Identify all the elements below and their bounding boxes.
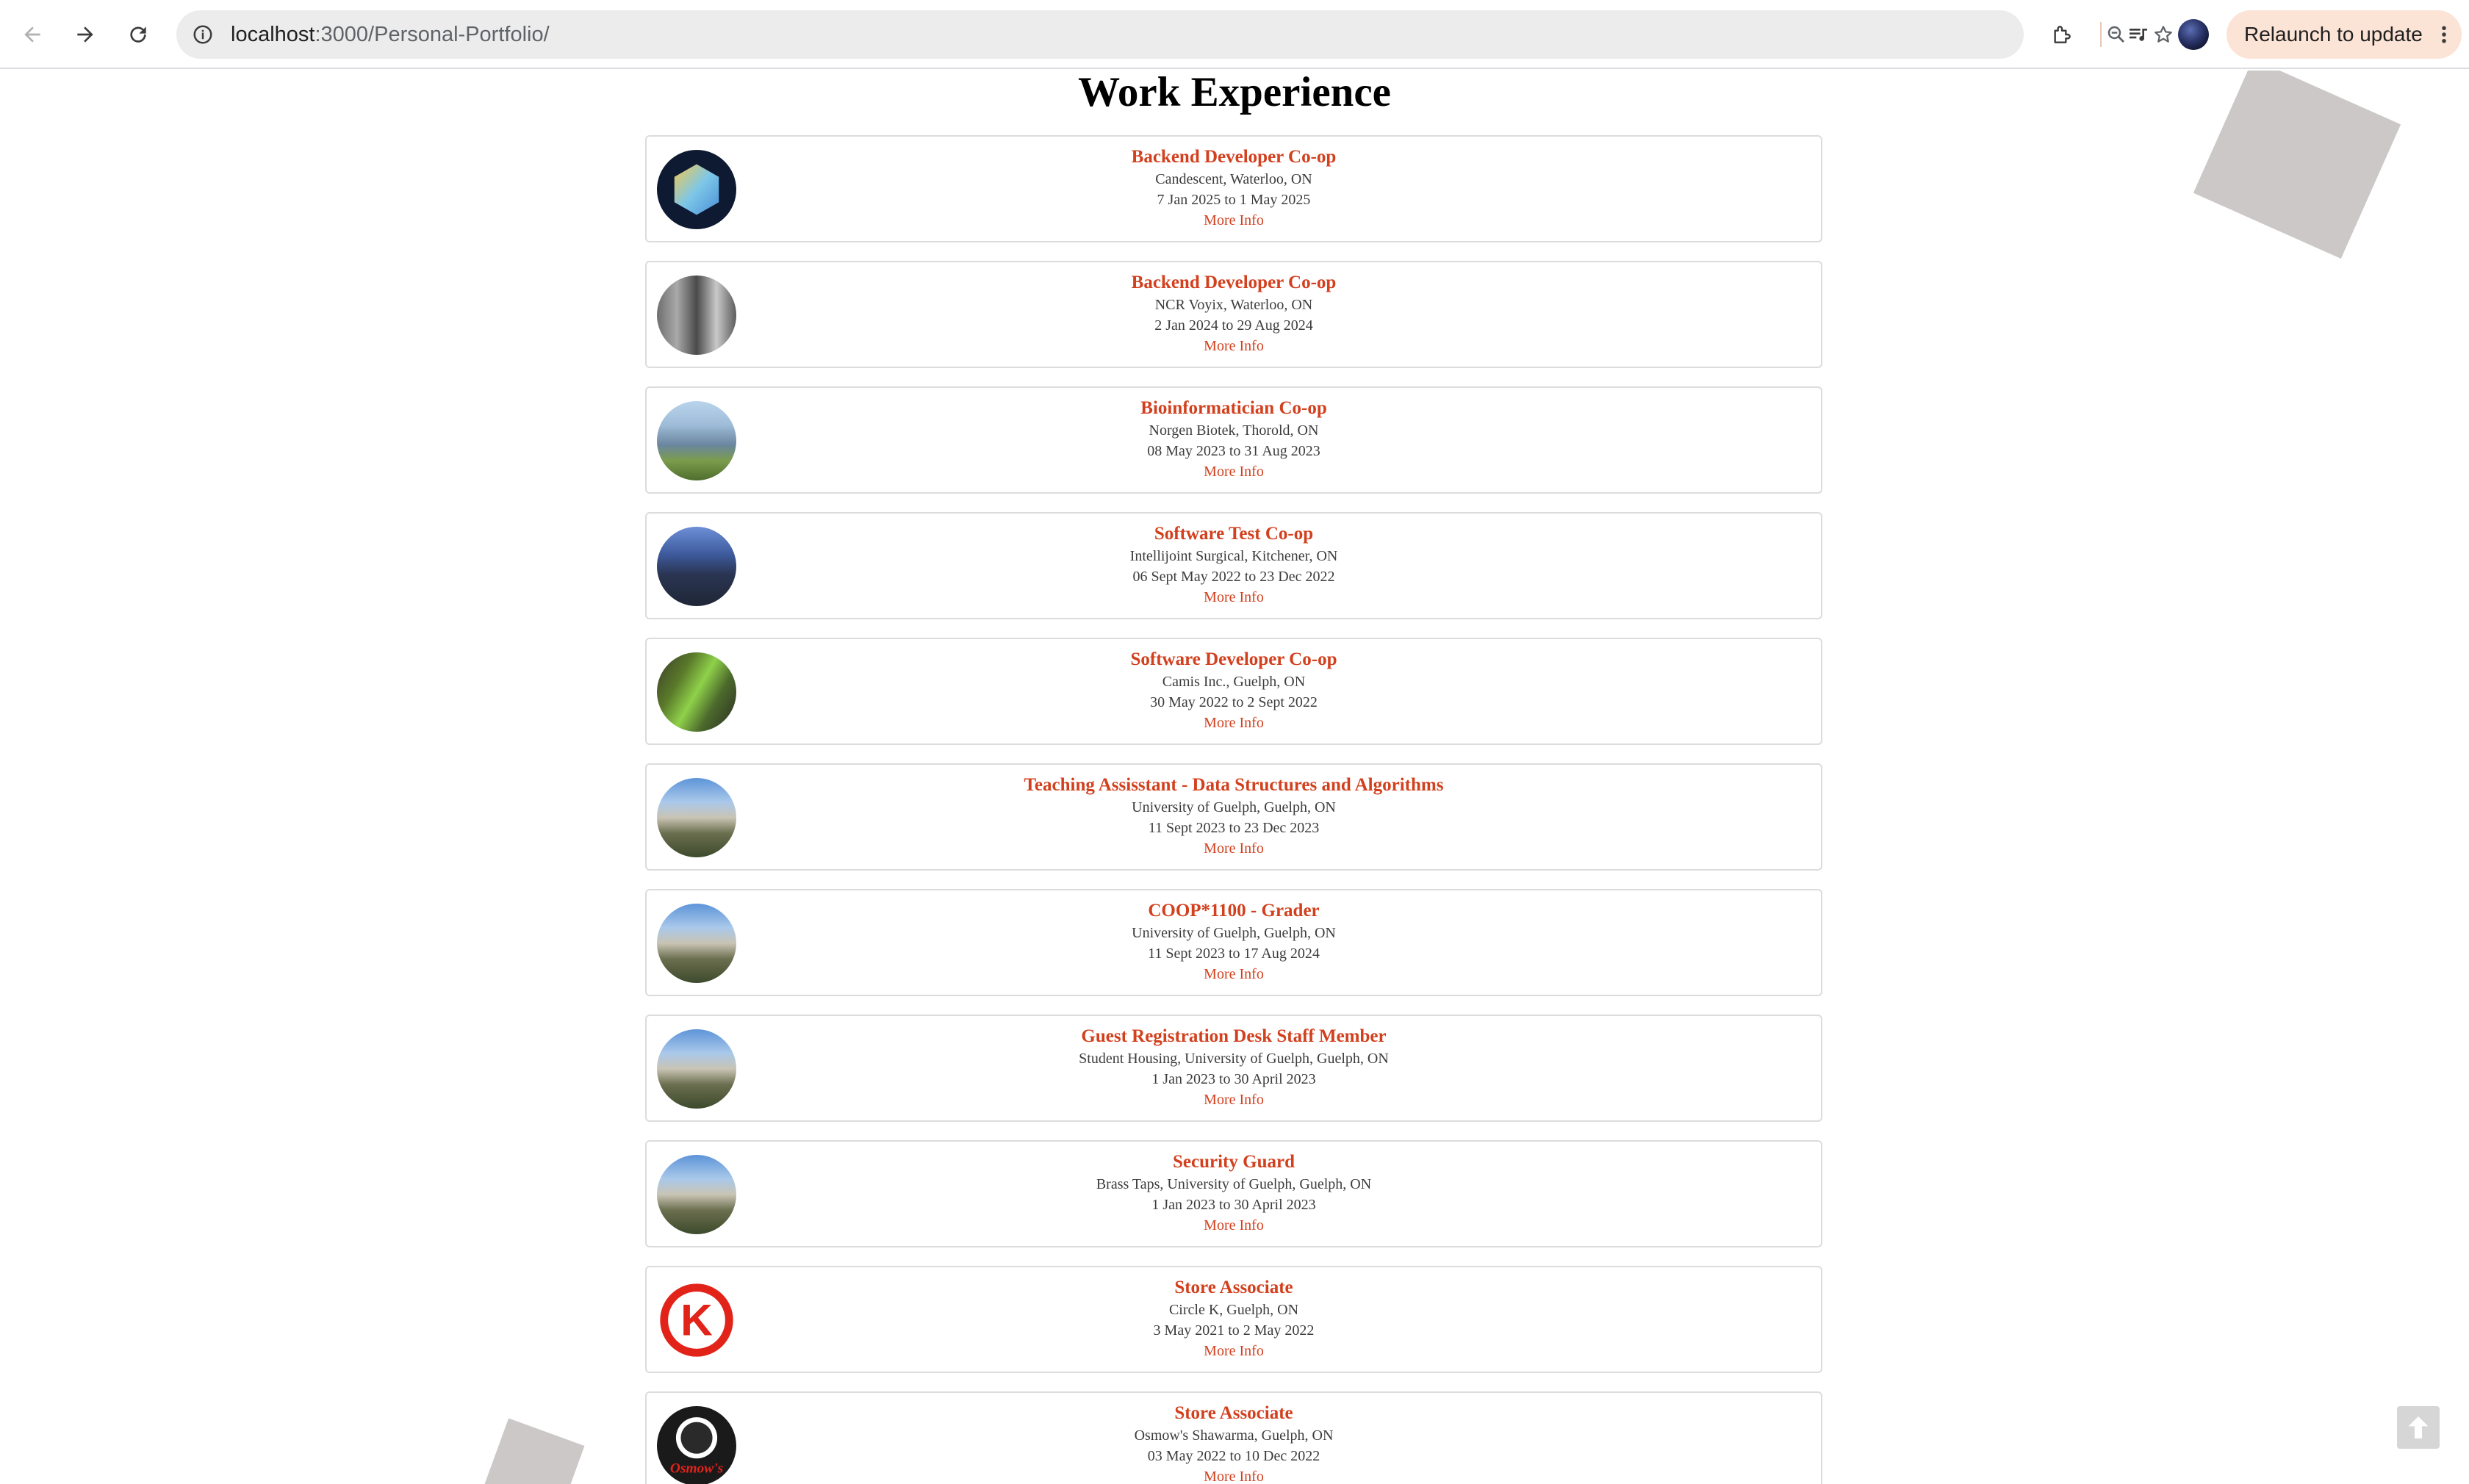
job-card: Backend Developer Co-op Candescent, Wate…: [645, 135, 1822, 242]
back-icon[interactable]: [15, 17, 50, 52]
job-company: Norgen Biotek, Thorold, ON: [1149, 422, 1319, 439]
profile-avatar[interactable]: [2178, 19, 2209, 50]
job-dates: 30 May 2022 to 2 Sept 2022: [1150, 694, 1318, 710]
more-info-link[interactable]: More Info: [647, 587, 1821, 608]
job-dates: 11 Sept 2023 to 17 Aug 2024: [1148, 945, 1320, 962]
job-dates: 3 May 2021 to 2 May 2022: [1153, 1322, 1315, 1339]
job-company: Brass Taps, University of Guelph, Guelph…: [1096, 1176, 1372, 1192]
page-title: Work Experience: [1078, 71, 1391, 115]
job-company: University of Guelph, Guelph, ON: [1132, 799, 1336, 815]
job-company: Circle K, Guelph, ON: [1168, 1302, 1299, 1318]
reload-icon[interactable]: [121, 17, 156, 52]
job-card: Backend Developer Co-op NCR Voyix, Water…: [645, 261, 1822, 368]
more-info-link[interactable]: More Info: [647, 1341, 1821, 1361]
job-card: Software Developer Co-op Camis Inc., Gue…: [645, 638, 1822, 745]
job-card: Security Guard Brass Taps, University of…: [645, 1140, 1822, 1247]
extensions-icon[interactable]: [2044, 17, 2080, 52]
job-title: Store Associate: [1174, 1403, 1293, 1423]
job-card: Guest Registration Desk Staff Member Stu…: [645, 1015, 1822, 1122]
job-title: Guest Registration Desk Staff Member: [1081, 1026, 1387, 1046]
job-company: Candescent, Waterloo, ON: [1155, 171, 1312, 187]
url-host: localhost: [231, 23, 315, 46]
more-info-link[interactable]: More Info: [647, 964, 1821, 984]
job-card: Bioinformatician Co-op Norgen Biotek, Th…: [645, 386, 1822, 494]
url-path: :3000/Personal-Portfolio/: [315, 23, 550, 46]
job-card: Teaching Assisstant - Data Structures an…: [645, 763, 1822, 871]
job-dates: 11 Sept 2023 to 23 Dec 2023: [1148, 820, 1320, 836]
job-title: Software Test Co-op: [1154, 524, 1314, 544]
job-title: COOP*1100 - Grader: [1148, 901, 1320, 921]
more-info-link[interactable]: More Info: [647, 713, 1821, 733]
toolbar-separator: [2100, 22, 2102, 47]
more-info-link[interactable]: More Info: [647, 1089, 1821, 1110]
job-dates: 08 May 2023 to 31 Aug 2023: [1147, 443, 1320, 459]
job-dates: 06 Sept May 2022 to 23 Dec 2022: [1132, 569, 1335, 585]
scroll-to-top-button[interactable]: [2397, 1406, 2440, 1449]
job-company: Osmow's Shawarma, Guelph, ON: [1134, 1427, 1334, 1444]
job-title: Store Associate: [1174, 1278, 1293, 1297]
job-company: University of Guelph, Guelph, ON: [1132, 925, 1336, 941]
job-card: K Store Associate Circle K, Guelph, ON 3…: [645, 1266, 1822, 1373]
decor-shape: [481, 1418, 585, 1484]
job-company: NCR Voyix, Waterloo, ON: [1154, 297, 1313, 313]
more-info-link[interactable]: More Info: [647, 336, 1821, 356]
job-card: Osmow's Store Associate Osmow's Shawarma…: [645, 1391, 1822, 1484]
page-viewport: Work Experience Backend Developer Co-op …: [0, 71, 2469, 1484]
browser-toolbar: localhost:3000/Personal-Portfolio/ Relau…: [0, 0, 2469, 69]
job-title: Bioinformatician Co-op: [1140, 398, 1327, 418]
job-company: Intellijoint Surgical, Kitchener, ON: [1129, 548, 1338, 564]
url-text[interactable]: localhost:3000/Personal-Portfolio/: [231, 10, 550, 59]
job-dates: 2 Jan 2024 to 29 Aug 2024: [1154, 317, 1313, 334]
job-card: Software Test Co-op Intellijoint Surgica…: [645, 512, 1822, 619]
media-controls-icon[interactable]: [2121, 17, 2156, 52]
more-info-link[interactable]: More Info: [647, 1215, 1821, 1236]
job-company: Camis Inc., Guelph, ON: [1162, 674, 1306, 690]
job-title: Security Guard: [1173, 1152, 1295, 1172]
job-dates: 03 May 2022 to 10 Dec 2022: [1147, 1448, 1320, 1464]
job-dates: 1 Jan 2023 to 30 April 2023: [1151, 1197, 1316, 1213]
more-info-link[interactable]: More Info: [647, 210, 1821, 231]
job-dates: 1 Jan 2023 to 30 April 2023: [1151, 1071, 1316, 1087]
relaunch-label: Relaunch to update: [2244, 23, 2423, 46]
job-title: Software Developer Co-op: [1130, 649, 1337, 669]
info-icon[interactable]: [190, 21, 216, 48]
job-dates: 7 Jan 2025 to 1 May 2025: [1157, 192, 1311, 208]
job-company: Student Housing, University of Guelph, G…: [1079, 1051, 1389, 1067]
more-info-link[interactable]: More Info: [647, 838, 1821, 859]
forward-icon[interactable]: [68, 17, 103, 52]
more-vert-icon[interactable]: [2431, 17, 2457, 52]
job-title: Backend Developer Co-op: [1131, 273, 1337, 292]
relaunch-button[interactable]: Relaunch to update: [2227, 10, 2462, 59]
arrow-up-icon: [2408, 1416, 2429, 1438]
more-info-link[interactable]: More Info: [647, 461, 1821, 482]
job-title: Teaching Assisstant - Data Structures an…: [1024, 775, 1444, 795]
job-card: COOP*1100 - Grader University of Guelph,…: [645, 889, 1822, 996]
job-title: Backend Developer Co-op: [1131, 147, 1337, 167]
more-info-link[interactable]: More Info: [647, 1466, 1821, 1484]
address-bar[interactable]: localhost:3000/Personal-Portfolio/: [176, 10, 2172, 59]
